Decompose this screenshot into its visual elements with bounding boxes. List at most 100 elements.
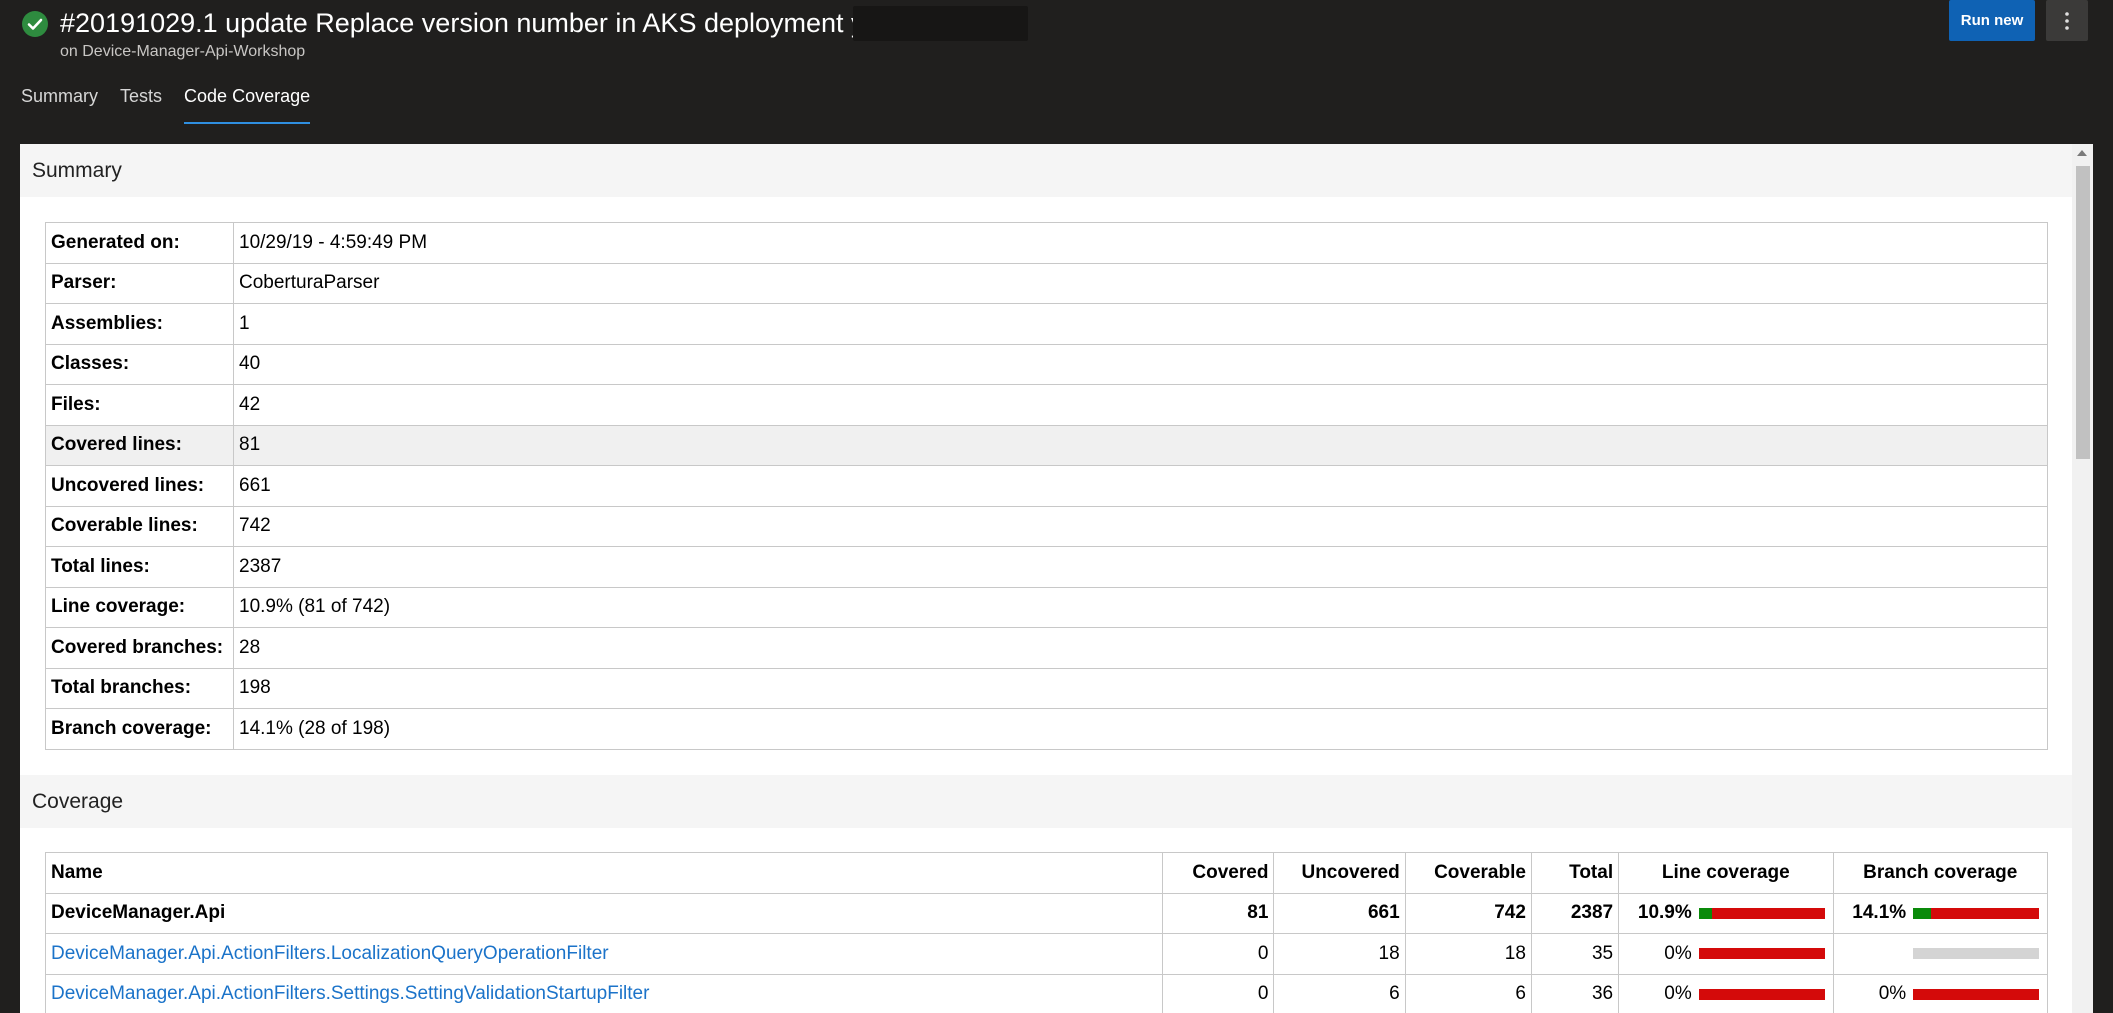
class-row: DeviceManager.Api.ActionFilters.Localiza… (44, 933, 2049, 975)
line-coverage-bar (1698, 988, 1825, 1000)
summary-value: 1 (233, 303, 2048, 345)
tab-summary[interactable]: Summary (21, 82, 98, 124)
column-header-covered[interactable]: Covered (1162, 852, 1275, 894)
uncovered-segment (1698, 948, 1825, 960)
summary-key: Total lines: (45, 546, 234, 588)
uncovered-value: 6 (1273, 973, 1406, 1013)
run-new-button[interactable]: Run new (1949, 0, 2035, 41)
summary-row: Assemblies: 1 (45, 303, 2048, 345)
line-coverage-percent: 0% (1618, 933, 1697, 975)
column-header-line-coverage[interactable]: Line coverage (1618, 852, 1834, 894)
summary-row: Covered branches: 28 (45, 627, 2048, 669)
summary-section-header: Summary (20, 144, 2072, 197)
branch-coverage-percent (1832, 933, 1912, 975)
line-coverage-bar (1698, 948, 1825, 960)
assembly-name[interactable]: DeviceManager.Api (44, 892, 1164, 934)
scroll-up-arrow-icon[interactable] (2077, 150, 2087, 156)
more-actions-button[interactable] (2046, 0, 2088, 41)
covered-value: 0 (1162, 933, 1275, 975)
summary-key: Branch coverage: (45, 708, 234, 750)
branch-coverage-bar (1913, 988, 2040, 1000)
summary-row: Coverable lines: 742 (45, 505, 2048, 547)
tab-bar: Summary Tests Code Coverage (21, 82, 332, 124)
tab-code-coverage[interactable]: Code Coverage (184, 82, 311, 124)
summary-key: Generated on: (45, 222, 234, 264)
column-header-uncovered[interactable]: Uncovered (1273, 852, 1406, 894)
column-header-total[interactable]: Total (1530, 852, 1620, 894)
pipeline-subtitle: on Device-Manager-Api-Workshop (60, 43, 306, 60)
summary-value: 28 (233, 627, 2048, 669)
summary-value: 10.9% (81 of 742) (233, 586, 2048, 628)
coverage-report: Summary Generated on: 10/29/19 - 4:59:49 … (20, 144, 2093, 1013)
summary-row: Total lines: 2387 (45, 546, 2048, 588)
summary-row: Classes: 40 (45, 343, 2048, 385)
success-check-icon (22, 11, 48, 37)
line-coverage-percent: 0% (1618, 973, 1697, 1013)
column-header-branch-coverage[interactable]: Branch coverage (1832, 852, 2049, 894)
line-coverage-bar-cell (1696, 892, 1834, 934)
covered-segment (1913, 907, 1931, 919)
vertical-scrollbar[interactable] (2072, 144, 2093, 1013)
total-value: 36 (1530, 973, 1620, 1013)
column-header-name[interactable]: Name (44, 852, 1164, 894)
assembly-row[interactable]: DeviceManager.Api 81 661 742 2387 10.9% … (44, 892, 2049, 934)
summary-row: Branch coverage: 14.1% (28 of 198) (45, 708, 2048, 750)
branch-coverage-bar (1913, 948, 2040, 960)
coverage-section-header: Coverage (20, 775, 2072, 828)
uncovered-segment (1698, 988, 1825, 1000)
summary-row: Parser: CoberturaParser (45, 262, 2048, 304)
summary-key: Covered lines: (45, 424, 234, 466)
tab-tests[interactable]: Tests (120, 82, 162, 124)
covered-segment (1698, 907, 1713, 919)
branch-coverage-bar-cell (1911, 892, 2049, 934)
summary-key: Covered branches: (45, 627, 234, 669)
coverage-table: Name Covered Uncovered Coverable Total L… (44, 852, 2049, 1013)
total-value: 35 (1530, 933, 1620, 975)
uncovered-segment (1712, 907, 1825, 919)
column-header-coverable[interactable]: Coverable (1404, 852, 1532, 894)
branch-coverage-percent: 0% (1832, 973, 1912, 1013)
summary-row: Total branches: 198 (45, 667, 2048, 709)
uncovered-value: 18 (1273, 933, 1406, 975)
class-link[interactable]: DeviceManager.Api.ActionFilters.Settings… (51, 983, 649, 1004)
summary-key: Line coverage: (45, 586, 234, 628)
summary-value: 10/29/19 - 4:59:49 PM (233, 222, 2048, 264)
summary-row: Line coverage: 10.9% (81 of 742) (45, 586, 2048, 628)
summary-row: Uncovered lines: 661 (45, 465, 2048, 507)
coverable-value: 18 (1404, 933, 1532, 975)
summary-value: 2387 (233, 546, 2048, 588)
summary-key: Classes: (45, 343, 234, 385)
uncovered-segment (1913, 988, 2040, 1000)
summary-row: Covered lines: 81 (45, 424, 2048, 466)
uncovered-value: 661 (1273, 892, 1406, 934)
summary-value: 81 (233, 424, 2048, 466)
summary-key: Coverable lines: (45, 505, 234, 547)
page-title: #20191029.1 update Replace version numbe… (60, 8, 909, 38)
line-coverage-bar-cell (1696, 933, 1834, 975)
summary-table: Generated on: 10/29/19 - 4:59:49 PM Parse… (45, 222, 2048, 750)
summary-value: 40 (233, 343, 2048, 385)
line-coverage-percent: 10.9% (1618, 892, 1697, 934)
summary-key: Files: (45, 384, 234, 426)
line-coverage-bar-cell (1696, 973, 1834, 1013)
total-value: 2387 (1530, 892, 1620, 934)
class-row: DeviceManager.Api.ActionFilters.Settings… (44, 973, 2049, 1013)
coverage-header-row: Name Covered Uncovered Coverable Total L… (44, 852, 2049, 894)
scrollbar-thumb[interactable] (2076, 166, 2090, 459)
summary-value: 42 (233, 384, 2048, 426)
summary-value: 661 (233, 465, 2048, 507)
coverable-value: 6 (1404, 973, 1532, 1013)
covered-value: 81 (1162, 892, 1275, 934)
uncovered-segment (1930, 907, 2040, 919)
summary-key: Uncovered lines: (45, 465, 234, 507)
coverage-section-title: Coverage (32, 790, 124, 813)
summary-row: Generated on: 10/29/19 - 4:59:49 PM (45, 222, 2048, 264)
branch-coverage-bar (1913, 907, 2040, 919)
class-link[interactable]: DeviceManager.Api.ActionFilters.Localiza… (51, 943, 609, 964)
coverable-value: 742 (1404, 892, 1532, 934)
summary-key: Parser: (45, 262, 234, 304)
summary-key: Total branches: (45, 667, 234, 709)
covered-value: 0 (1162, 973, 1275, 1013)
branch-coverage-bar-cell (1911, 973, 2049, 1013)
summary-value: 742 (233, 505, 2048, 547)
